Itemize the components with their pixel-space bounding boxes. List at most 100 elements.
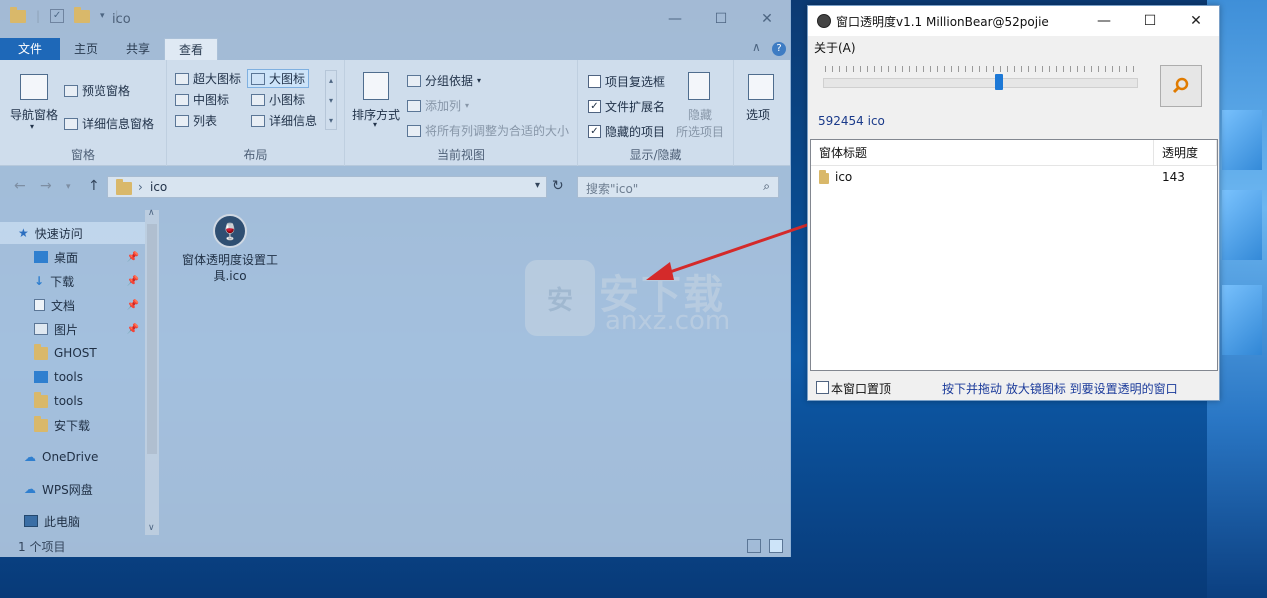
folder-icon [34, 343, 48, 360]
close-button[interactable]: ✕ [744, 4, 790, 34]
nav-item-quick-access[interactable]: ★ 快速访问 [0, 222, 145, 244]
search-icon[interactable]: ⌕ [763, 179, 770, 194]
scroll-down-icon[interactable]: ∨ [148, 523, 155, 533]
folder-icon [10, 6, 26, 23]
nav-item-pictures[interactable]: 图片 📌 [0, 318, 145, 340]
nav-item-wps-drive[interactable]: ☁ WPS网盘 [0, 478, 145, 500]
nav-label: 快速访问 [34, 226, 83, 241]
back-arrow-icon[interactable]: ← [14, 178, 26, 194]
refresh-icon[interactable]: ↻ [552, 178, 564, 194]
breadcrumb-chevron-icon[interactable]: › [138, 180, 143, 194]
magnifier-icon [1172, 77, 1189, 94]
maximize-button[interactable]: ☐ [698, 4, 744, 34]
layout-label: 小图标 [269, 93, 306, 107]
checkbox[interactable]: ✓ [588, 125, 601, 138]
tab-view[interactable]: 查看 [164, 38, 219, 60]
scroll-up-icon[interactable]: ∧ [148, 208, 155, 218]
recent-locations-icon[interactable]: ▾ [66, 182, 71, 192]
pin-icon: 📌 [126, 299, 139, 311]
large-icons-view-icon[interactable] [769, 539, 783, 553]
ribbon-group-show-hide: 项目复选框 ✓ 文件扩展名 ✓ 隐藏的项目 隐藏 所选项目 显示/隐藏 [578, 60, 734, 166]
status-text: 1 个项目 [18, 540, 66, 554]
nav-item-documents[interactable]: 文档 📌 [0, 294, 145, 316]
tab-file[interactable]: 文件 [0, 38, 60, 60]
help-icon[interactable]: ? [772, 42, 786, 56]
customize-toolbar-icon[interactable]: ▾ [100, 11, 105, 21]
explorer-titlebar: | ✓ ▾ | ico — ☐ ✕ [0, 0, 790, 38]
up-arrow-icon[interactable]: ↑ [88, 178, 100, 194]
tool-title: 窗口透明度v1.1 MillionBear@52pojie [836, 15, 1049, 29]
layout-small-icons[interactable]: 小图标 [251, 91, 305, 108]
file-extension-toggle[interactable]: ✓ 文件扩展名 [588, 98, 665, 115]
address-dropdown-icon[interactable]: ▾ [535, 180, 540, 191]
tab-home[interactable]: 主页 [60, 38, 112, 60]
options-button[interactable]: 选项 [746, 106, 770, 123]
window-list[interactable]: 窗体标题 透明度 ico 143 [810, 139, 1218, 371]
preview-pane-button[interactable]: 预览窗格 [64, 82, 130, 99]
layout-list[interactable]: 列表 [175, 112, 217, 129]
add-column-button[interactable]: 添加列 ▾ [407, 97, 469, 114]
details-view-icon[interactable] [747, 539, 761, 553]
new-folder-icon[interactable] [74, 6, 91, 23]
nav-label: tools [54, 370, 83, 384]
address-bar[interactable]: › ico ▾ [107, 176, 547, 198]
nav-item-onedrive[interactable]: ☁ OneDrive [0, 446, 145, 468]
nav-label: 桌面 [54, 250, 79, 265]
nav-pane-dropdown-icon[interactable]: ▾ [30, 122, 34, 131]
menu-about[interactable]: 关于(A) [814, 39, 856, 56]
hide-button[interactable]: 隐藏 [688, 106, 712, 123]
search-input[interactable]: 搜索"ico" ⌕ [577, 176, 779, 198]
minimize-button[interactable]: — [652, 4, 698, 34]
nav-label: 图片 [54, 322, 79, 337]
minimize-button[interactable]: — [1081, 6, 1127, 36]
window-title: ico [112, 12, 131, 27]
magnifier-drag-button[interactable] [1160, 65, 1202, 107]
layout-scroll[interactable]: ▴ ▾ ▾ [325, 70, 337, 130]
topmost-checkbox[interactable] [816, 381, 829, 394]
layout-medium-icons[interactable]: 中图标 [175, 91, 229, 108]
column-header-title[interactable]: 窗体标题 [811, 140, 1154, 166]
layout-large-icons[interactable]: 大图标 [247, 69, 310, 88]
hidden-items-toggle[interactable]: ✓ 隐藏的项目 [588, 123, 665, 140]
checkbox[interactable] [588, 75, 601, 88]
layout-details[interactable]: 详细信息 [251, 112, 317, 129]
hide-label: 隐藏 [688, 108, 713, 122]
collapse-ribbon-icon[interactable]: ∧ [752, 40, 761, 54]
sort-dropdown-icon[interactable]: ▾ [373, 120, 377, 129]
forward-arrow-icon[interactable]: → [40, 178, 52, 194]
ribbon-group-layout: 超大图标 大图标 中图标 小图标 列表 详细信息 ▴ ▾ ▾ 布局 [167, 60, 345, 166]
small-icons-icon [251, 93, 265, 106]
properties-icon[interactable]: ✓ [50, 9, 65, 23]
checkbox[interactable]: ✓ [588, 100, 601, 113]
extra-large-icons-icon [175, 72, 189, 85]
nav-item-ghost[interactable]: GHOST [0, 342, 145, 364]
opacity-slider[interactable] [823, 78, 1138, 88]
nav-item-downloads[interactable]: ↓ 下载 📌 [0, 270, 145, 292]
maximize-button[interactable]: ☐ [1127, 6, 1173, 36]
tab-share[interactable]: 共享 [112, 38, 164, 60]
file-item[interactable]: 🍷 窗体透明度设置工具.ico [180, 214, 280, 284]
column-header-opacity[interactable]: 透明度 [1154, 140, 1217, 166]
nav-scrollbar[interactable]: ∧ ∨ [145, 208, 159, 535]
group-by-button[interactable]: 分组依据 ▾ [407, 72, 481, 89]
fit-columns-button[interactable]: 将所有列调整为合适的大小 [407, 122, 569, 139]
list-item[interactable]: ico 143 [811, 168, 1217, 188]
nav-item-tools-2[interactable]: tools [0, 390, 145, 412]
opacity-slider-thumb[interactable] [995, 74, 1004, 90]
list-icon [175, 114, 189, 127]
nav-pane-button[interactable]: 导航窗格 [10, 106, 58, 123]
nav-item-tools-1[interactable]: tools [0, 366, 145, 388]
add-column-icon [407, 99, 421, 112]
nav-item-desktop[interactable]: 桌面 📌 [0, 246, 145, 268]
hide-selected-button[interactable]: 所选项目 [676, 123, 724, 140]
nav-item-anxz[interactable]: 安下载 [0, 414, 145, 436]
item-checkbox-toggle[interactable]: 项目复选框 [588, 73, 665, 90]
layout-extra-large-icons[interactable]: 超大图标 [175, 70, 241, 87]
scroll-thumb[interactable] [147, 224, 157, 454]
star-icon: ★ [18, 226, 29, 240]
close-button[interactable]: ✕ [1173, 6, 1219, 36]
topmost-label: 本窗口置顶 [831, 382, 892, 396]
nav-item-this-pc[interactable]: 此电脑 [0, 510, 145, 532]
details-pane-button[interactable]: 详细信息窗格 [64, 115, 154, 132]
hide-selected-icon [688, 72, 710, 100]
